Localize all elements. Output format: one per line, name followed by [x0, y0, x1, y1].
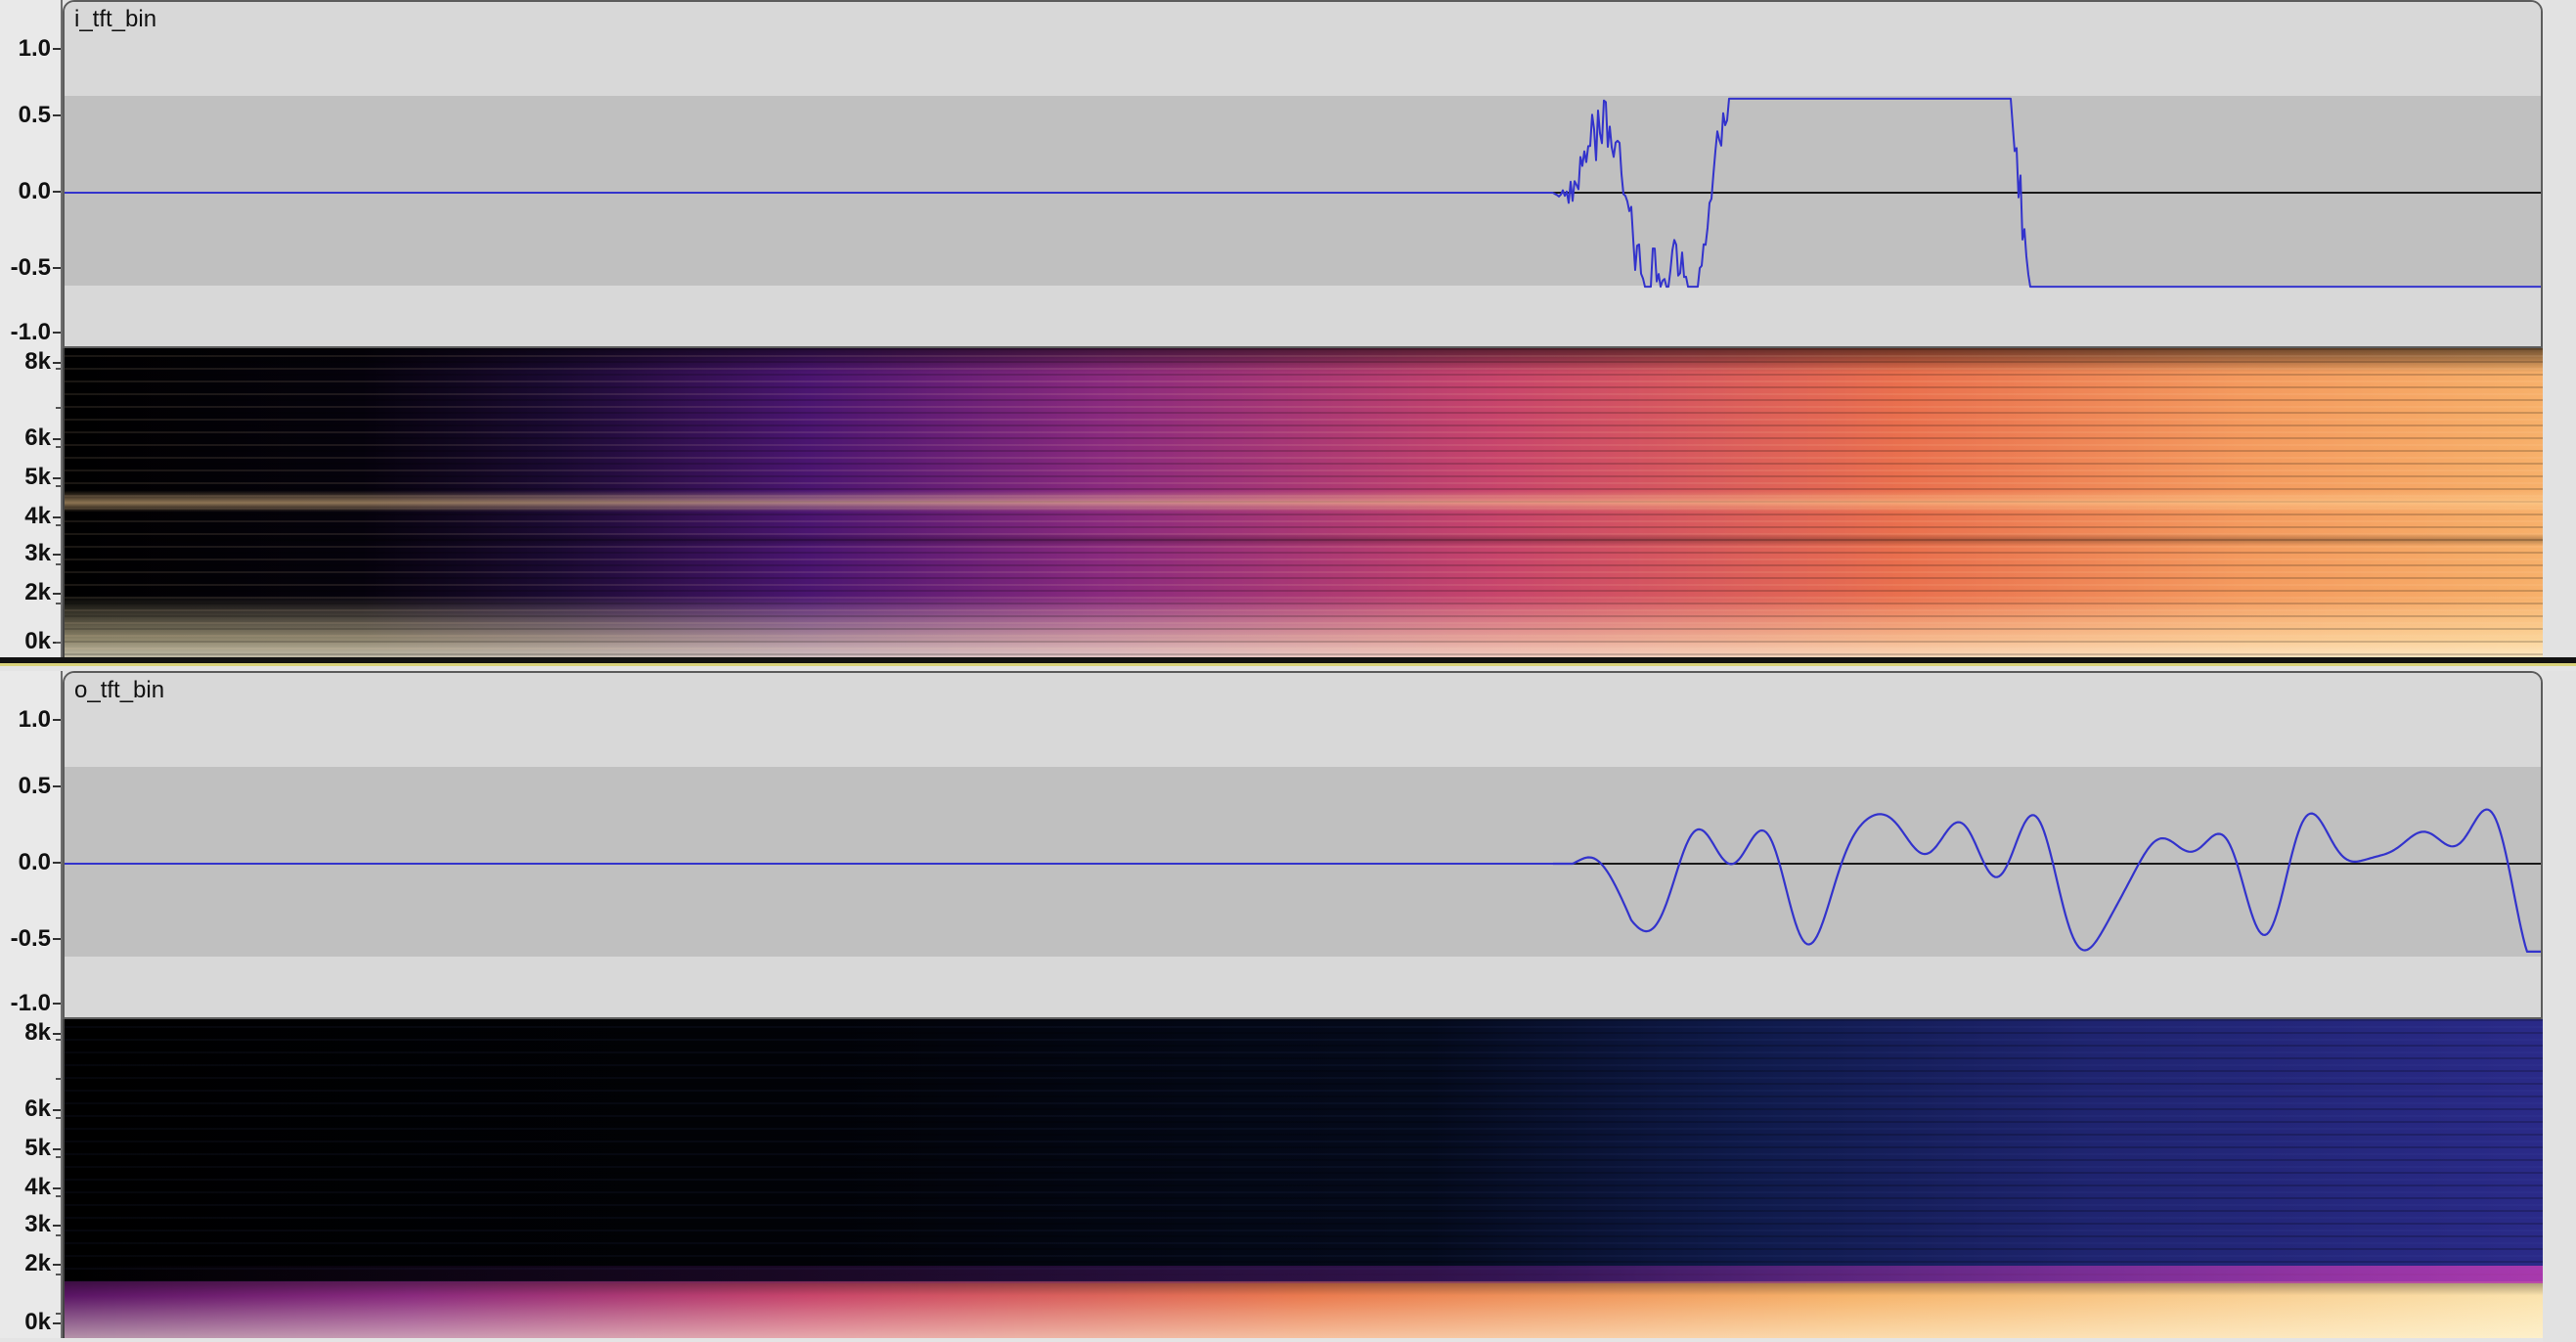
tick-mark	[53, 1033, 61, 1035]
tick-mark	[53, 362, 61, 364]
audio-editor-window: 1.0 0.5 0.0 -0.5 -1.0 i_tft_bin 8k 6k 5k 4k…	[0, 0, 2576, 1342]
track-1-amplitude-ruler: 1.0 0.5 0.0 -0.5 -1.0	[0, 0, 63, 348]
track-1-frequency-ruler: 8k 6k 5k 4k 3k 2k 0k	[0, 348, 63, 657]
freq-tick-6k: 6k	[24, 1096, 51, 1122]
amp-tick-2: 0.5	[18, 102, 51, 128]
spectrogram-low-band-shading	[65, 1281, 2543, 1338]
freq-tick-2k: 2k	[24, 1250, 51, 1276]
amp-tick-3: 0.0	[18, 849, 51, 875]
minor-tick-mark	[56, 524, 61, 526]
tick-mark	[53, 516, 61, 518]
waveform-graph	[65, 2, 2541, 346]
track-1: 1.0 0.5 0.0 -0.5 -1.0 i_tft_bin 8k 6k 5k 4k…	[0, 0, 2576, 661]
minor-tick-mark	[56, 563, 61, 565]
track-2-spectrogram[interactable]	[63, 1019, 2543, 1338]
minor-tick-mark	[56, 407, 61, 409]
tick-mark	[53, 191, 61, 193]
spectrogram-band-highlight	[65, 348, 2543, 657]
tick-mark	[53, 785, 61, 787]
minor-tick-mark	[56, 603, 61, 604]
track-separator[interactable]	[0, 657, 2576, 666]
freq-tick-3k: 3k	[24, 540, 51, 566]
amp-tick-2: 0.5	[18, 773, 51, 799]
track-1-right-gutter	[2543, 0, 2576, 657]
minor-tick-mark	[56, 1117, 61, 1119]
minor-tick-mark	[56, 368, 61, 370]
track-2: 1.0 0.5 0.0 -0.5 -1.0 o_tft_bin 8k 6k 5k 4k…	[0, 671, 2576, 1342]
tick-mark	[53, 862, 61, 864]
minor-tick-mark	[56, 1039, 61, 1041]
minor-tick-mark	[56, 1274, 61, 1275]
freq-tick-3k: 3k	[24, 1211, 51, 1237]
waveform-center-band	[65, 96, 2541, 286]
tick-mark	[53, 1148, 61, 1150]
waveform-graph	[65, 673, 2541, 1017]
amp-tick-4: -0.5	[10, 254, 51, 281]
amp-tick-5: -1.0	[10, 319, 51, 345]
track-1-spectrogram[interactable]	[63, 348, 2543, 657]
track-1-name[interactable]: i_tft_bin	[74, 6, 156, 34]
tick-mark	[53, 938, 61, 940]
minor-tick-mark	[56, 1234, 61, 1236]
freq-tick-4k: 4k	[24, 1174, 51, 1200]
amp-tick-5: -1.0	[10, 990, 51, 1016]
tick-mark	[53, 1187, 61, 1189]
track-2-name[interactable]: o_tft_bin	[74, 677, 164, 705]
tick-mark	[53, 593, 61, 595]
tick-mark	[53, 267, 61, 269]
tick-mark	[53, 554, 61, 556]
amp-tick-3: 0.0	[18, 178, 51, 204]
minor-tick-mark	[56, 642, 61, 644]
tick-mark	[53, 438, 61, 440]
waveform-center-band	[65, 767, 2541, 957]
tick-mark	[53, 1225, 61, 1227]
track-2-frequency-ruler: 8k 6k 5k 4k 3k 2k 0k	[0, 1019, 63, 1338]
tick-mark	[53, 1264, 61, 1266]
freq-tick-8k: 8k	[24, 1019, 51, 1046]
amp-tick-1: 1.0	[18, 35, 51, 62]
freq-tick-0k: 0k	[24, 628, 51, 654]
tick-mark	[53, 1003, 61, 1005]
minor-tick-mark	[56, 1195, 61, 1197]
tick-mark	[53, 48, 61, 50]
amp-tick-4: -0.5	[10, 925, 51, 952]
tick-mark	[53, 719, 61, 721]
freq-tick-8k: 8k	[24, 348, 51, 375]
minor-tick-mark	[56, 446, 61, 448]
minor-tick-mark	[56, 1313, 61, 1315]
freq-tick-6k: 6k	[24, 425, 51, 451]
track-2-amplitude-ruler: 1.0 0.5 0.0 -0.5 -1.0	[0, 671, 63, 1019]
tick-mark	[53, 477, 61, 479]
amp-tick-1: 1.0	[18, 706, 51, 733]
freq-tick-4k: 4k	[24, 503, 51, 529]
track-2-waveform[interactable]: o_tft_bin	[63, 671, 2543, 1019]
freq-tick-0k: 0k	[24, 1309, 51, 1335]
freq-tick-5k: 5k	[24, 464, 51, 490]
tick-mark	[53, 114, 61, 116]
tick-mark	[53, 1322, 61, 1324]
freq-tick-5k: 5k	[24, 1135, 51, 1161]
tick-mark	[53, 1109, 61, 1111]
track-2-right-gutter	[2543, 671, 2576, 1342]
track-1-waveform[interactable]: i_tft_bin	[63, 0, 2543, 348]
minor-tick-mark	[56, 1156, 61, 1158]
tick-mark	[53, 332, 61, 334]
spectrogram-band-transition	[65, 1266, 2543, 1283]
minor-tick-mark	[56, 1078, 61, 1080]
freq-tick-2k: 2k	[24, 579, 51, 605]
minor-tick-mark	[56, 485, 61, 487]
